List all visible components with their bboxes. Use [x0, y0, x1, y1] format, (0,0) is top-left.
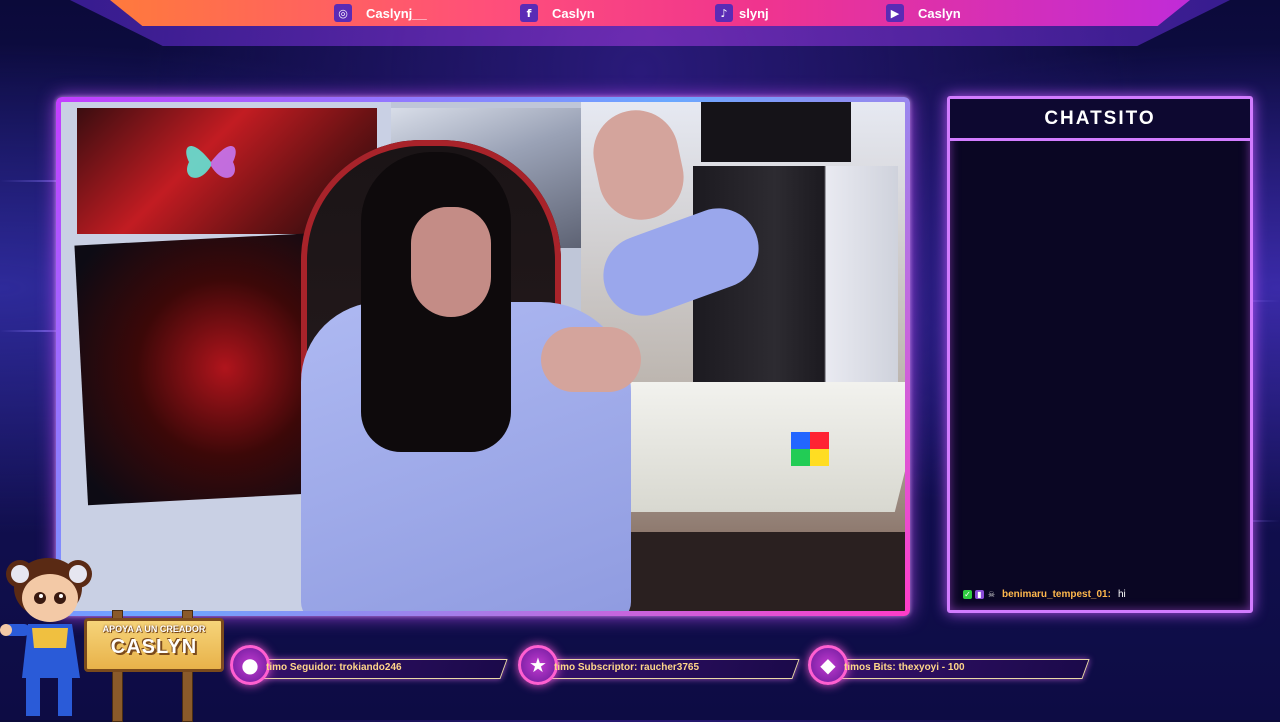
bits-gem-icon: ◆: [808, 645, 848, 685]
chat-message: ✓ ▮ ☠ benimaru_tempest_01: hi: [963, 589, 1126, 600]
last-follower-text: timo Seguidor: trokiando246: [266, 662, 402, 673]
chat-panel: CHATSITO ✓ ▮ ☠ benimaru_tempest_01: hi: [947, 96, 1253, 613]
social-name: Caslynj__: [366, 5, 427, 21]
youtube-icon: ▶: [886, 4, 904, 22]
last-bits-widget: ◆ timos Bits: thexyoyi - 100: [808, 645, 1090, 687]
sign-subtitle: APOYA A UN CREADOR: [102, 624, 206, 634]
support-sign: APOYA A UN CREADOR CASLYN: [84, 618, 224, 672]
social-bar-strip: ◎ Caslynj__ f Caslyn ♪ slynj ▶ Caslyn: [110, 0, 1190, 26]
desk: [594, 382, 905, 512]
facebook-icon: f: [520, 4, 538, 22]
webcam-video: [61, 102, 905, 611]
social-name: Caslyn: [918, 5, 961, 21]
user-icon: ●: [230, 645, 270, 685]
skull-badge-icon: ☠: [987, 590, 996, 599]
streamer-hand: [541, 327, 641, 392]
chat-title: CHATSITO: [1044, 107, 1156, 129]
last-subscriber-text: timo Subscriptor: raucher3765: [554, 662, 700, 673]
webcam-frame: [56, 97, 910, 616]
streamer-face: [411, 207, 491, 317]
tiktok-icon: ♪: [715, 4, 733, 22]
last-bits-text: timos Bits: thexyoyi - 100: [844, 662, 965, 673]
social-name: slynj: [739, 5, 769, 21]
star-icon: ★: [518, 645, 558, 685]
instagram-icon: ◎: [334, 4, 352, 22]
sign-title: CASLYN: [110, 636, 198, 658]
social-name: Caslyn: [552, 5, 595, 21]
chat-text: hi: [1117, 589, 1126, 600]
last-follower-widget: ● timo Seguidor: trokiando246: [230, 645, 510, 687]
chat-username[interactable]: benimaru_tempest_01:: [1002, 589, 1111, 600]
social-bar: ◎ Caslynj__ f Caslyn ♪ slynj ▶ Caslyn: [70, 0, 1230, 48]
butterfly-icon: [186, 146, 236, 178]
social-youtube[interactable]: ▶ Caslyn: [886, 4, 961, 22]
social-instagram[interactable]: ◎ Caslynj__: [334, 4, 427, 22]
rubiks-cube: [791, 432, 829, 466]
social-facebook[interactable]: f Caslyn: [520, 4, 595, 22]
social-tiktok[interactable]: ♪ slynj: [715, 4, 769, 22]
monitor: [701, 102, 851, 162]
subscriber-badge-icon: ▮: [975, 590, 984, 599]
last-subscriber-widget: ★ timo Subscriptor: raucher3765: [518, 645, 800, 687]
checkmark-badge-icon: ✓: [963, 590, 972, 599]
chat-header: CHATSITO: [950, 99, 1250, 141]
